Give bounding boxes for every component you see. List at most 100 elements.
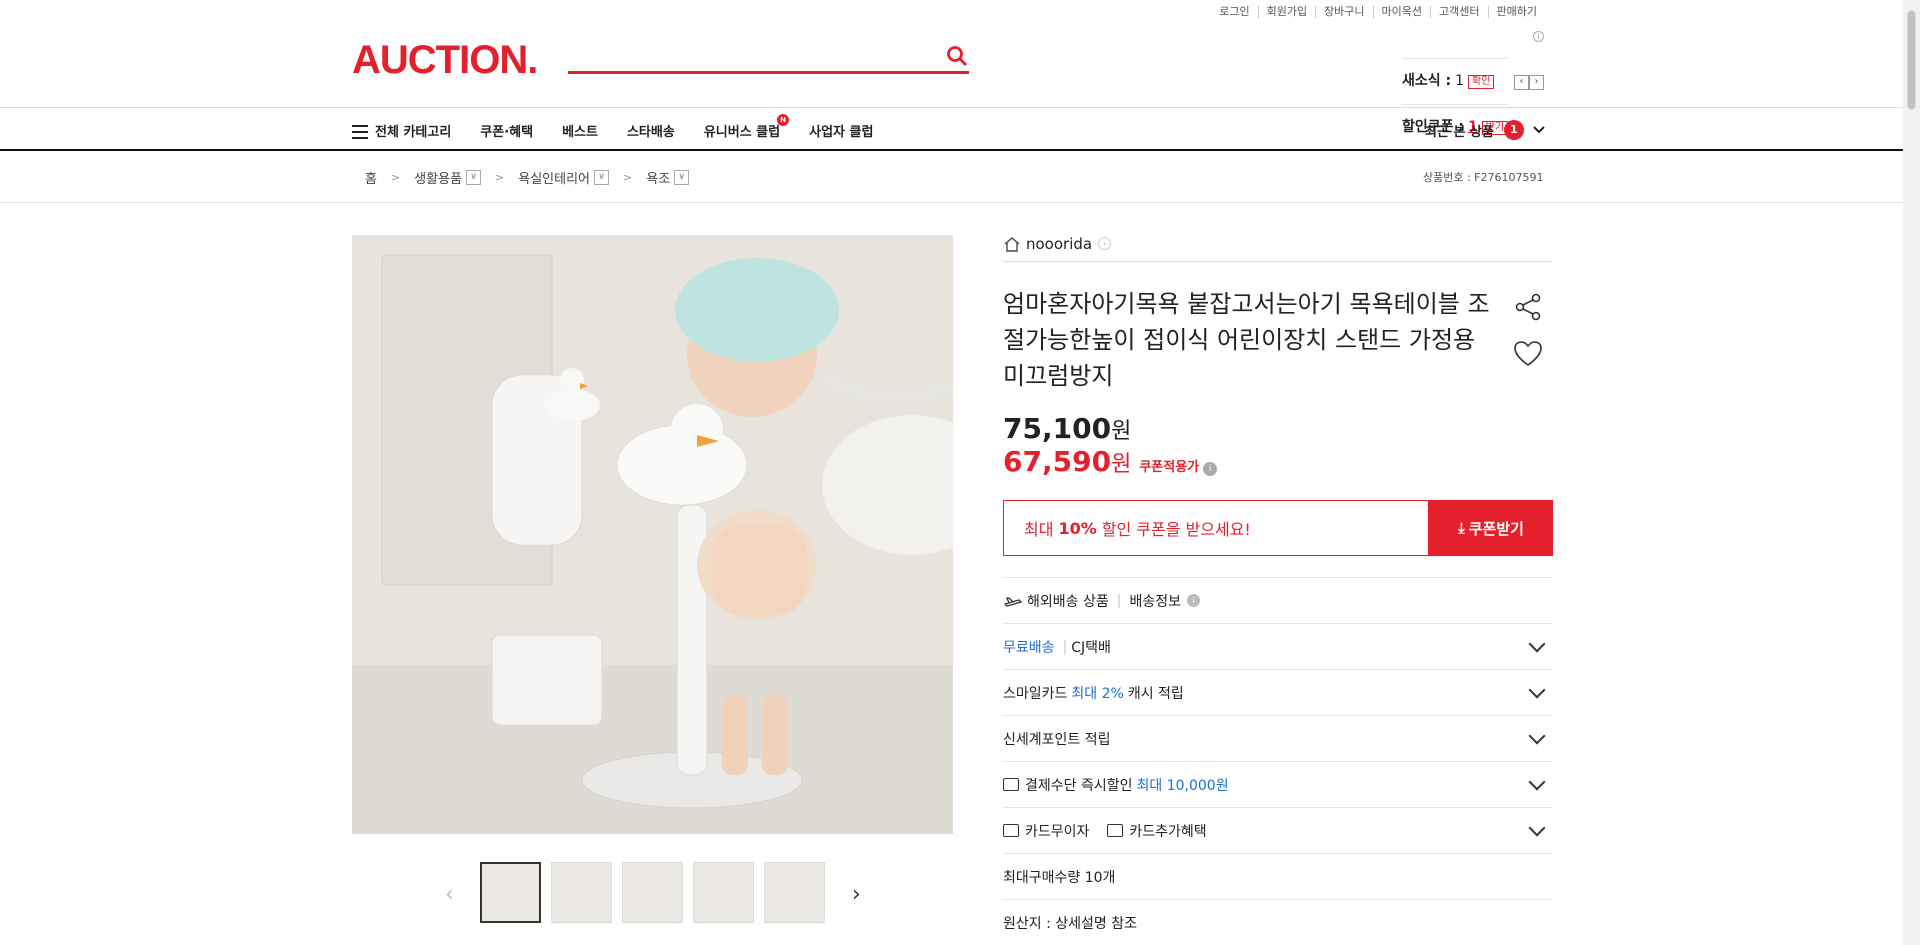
product-photo-illustration — [352, 235, 953, 834]
new-badge: N — [777, 113, 790, 126]
thumbnail[interactable] — [764, 862, 825, 923]
smile-card-row[interactable]: 스마일카드 최대 2% 캐시 적립 — [1003, 669, 1553, 715]
breadcrumb: 홈 > 생활용품 ∨ > 욕실인테리어 ∨ > 욕조 ∨ — [365, 168, 690, 187]
news-check-button[interactable]: 확인 — [1468, 74, 1495, 89]
chevron-down-icon[interactable]: ∨ — [674, 170, 690, 185]
original-price: 75,100원 — [1003, 412, 1553, 445]
product-number: 상품번호 : F276107591 — [1423, 171, 1544, 184]
news-label: 새소식 : — [1402, 73, 1452, 89]
auction-logo[interactable]: AUCTION. — [352, 38, 538, 83]
shinsegae-label: 신세계포인트 적립 — [1003, 731, 1111, 748]
benefit-rows: 해외배송 상품 | 배송정보 i 무료배송 | CJ택배 스마일카드 최대 2%… — [1003, 577, 1553, 945]
courier-label: CJ택배 — [1071, 639, 1111, 656]
signup-link[interactable]: 회원가입 — [1257, 6, 1315, 18]
breadcrumb-item[interactable]: 욕실인테리어 — [518, 168, 590, 187]
product-main-image[interactable] — [352, 235, 953, 834]
main-nav: 전체 카테고리 쿠폰·혜택 베스트 스타배송 유니버스 클럽 N 사업자 클럽 … — [0, 107, 1903, 151]
nav-coupon-benefits[interactable]: 쿠폰·혜택 — [480, 121, 533, 140]
thumb-next-icon[interactable]: › — [852, 882, 861, 907]
recent-count-badge: 1 — [1503, 120, 1524, 140]
info-icon[interactable]: i — [1186, 594, 1200, 607]
nav-best[interactable]: 베스트 — [562, 121, 598, 140]
my-auction-link[interactable]: 마이옥션 — [1372, 6, 1430, 18]
chevron-right-icon: > — [623, 171, 633, 184]
breadcrumb-home[interactable]: 홈 — [365, 168, 377, 187]
recent-products[interactable]: 최근 본 상품 1 — [1425, 108, 1546, 152]
coupon-message: 최대 10% 할인 쿠폰을 받으세요! — [1003, 500, 1429, 556]
coupon-banner: 최대 10% 할인 쿠폰을 받으세요! ⤓ 쿠폰받기 — [1003, 500, 1553, 556]
chevron-down-icon[interactable]: ∨ — [594, 170, 610, 185]
chevron-down-icon[interactable] — [1528, 727, 1546, 745]
thumbnail[interactable] — [551, 862, 612, 923]
origin-row: 원산지 : 상세설명 참조 — [1003, 899, 1553, 945]
free-shipping-row[interactable]: 무료배송 | CJ택배 — [1003, 623, 1553, 669]
search-bar[interactable] — [568, 38, 969, 74]
nav-business-club[interactable]: 사업자 클럽 — [809, 121, 873, 140]
payment-discount-amount: 최대 10,000원 — [1136, 777, 1229, 794]
info-icon[interactable]: i — [1533, 31, 1544, 42]
thumbnail[interactable] — [622, 862, 683, 923]
cart-link[interactable]: 장바구니 — [1315, 6, 1372, 18]
scrollbar-thumb[interactable] — [1907, 10, 1916, 110]
news-count: 1 — [1455, 73, 1465, 89]
coupon-msg-percent: 10% — [1058, 518, 1097, 538]
info-icon[interactable]: i — [1203, 462, 1218, 476]
coupon-msg-text: 최대 — [1024, 520, 1054, 539]
free-shipping-label: 무료배송 — [1003, 639, 1055, 656]
search-icon[interactable] — [945, 44, 969, 68]
prev-arrow-icon[interactable]: ‹ — [1514, 75, 1529, 90]
home-icon — [1004, 236, 1020, 252]
get-coupon-button[interactable]: ⤓ 쿠폰받기 — [1429, 500, 1553, 556]
sale-price-value: 67,590 — [1003, 445, 1112, 478]
thumbnail[interactable] — [480, 862, 541, 923]
shipping-info-label[interactable]: 배송정보 — [1129, 591, 1181, 611]
page-scrollbar[interactable] — [1903, 0, 1920, 945]
breadcrumb-item[interactable]: 욕조 — [646, 168, 670, 187]
breadcrumb-bar: 홈 > 생활용품 ∨ > 욕실인테리어 ∨ > 욕조 ∨ 상품번호 : F276107… — [0, 151, 1903, 203]
heart-icon[interactable] — [1513, 340, 1543, 368]
smile-card-rate: 최대 2% — [1071, 685, 1124, 702]
nav-star-delivery[interactable]: 스타배송 — [627, 121, 675, 140]
won-unit: 원 — [1111, 452, 1132, 477]
payment-discount-row[interactable]: 결제수단 즉시할인 최대 10,000원 — [1003, 761, 1553, 807]
card-extra-label: 카드추가혜택 — [1129, 823, 1207, 840]
shinsegae-point-row[interactable]: 신세계포인트 적립 — [1003, 715, 1553, 761]
card-no-interest-label: 카드무이자 — [1025, 823, 1090, 840]
chevron-down-icon[interactable] — [1528, 773, 1546, 791]
card-benefits-row[interactable]: 카드무이자 카드추가혜택 — [1003, 807, 1553, 853]
all-categories-menu[interactable]: 전체 카테고리 — [352, 121, 451, 140]
coupon-price-label: 쿠폰적용가 — [1139, 460, 1200, 475]
status-pager: ‹ › — [1514, 75, 1544, 90]
nav-universe-club[interactable]: 유니버스 클럽 N — [703, 113, 790, 140]
discount-card-icon — [1003, 778, 1019, 791]
recent-products-label: 최근 본 상품 — [1425, 124, 1494, 140]
download-icon: ⤓ — [1458, 519, 1465, 537]
breadcrumb-item[interactable]: 생활용품 — [414, 168, 462, 187]
chevron-right-icon: > — [390, 171, 401, 184]
chevron-down-icon[interactable] — [1528, 819, 1546, 837]
payment-discount-label: 결제수단 즉시할인 — [1025, 777, 1133, 794]
seller-link[interactable]: nooorida › — [1003, 232, 1553, 262]
chevron-down-icon[interactable]: ∨ — [466, 170, 482, 185]
origin-label: 원산지 : 상세설명 참조 — [1003, 915, 1137, 932]
nav-universe-club-label: 유니버스 클럽 — [703, 124, 781, 140]
customer-center-link[interactable]: 고객센터 — [1430, 6, 1487, 18]
thumbnail-strip — [480, 862, 825, 923]
get-coupon-label: 쿠폰받기 — [1468, 519, 1524, 538]
login-link[interactable]: 로그인 — [1211, 6, 1257, 18]
chevron-down-icon[interactable] — [1528, 681, 1546, 699]
all-categories-label: 전체 카테고리 — [375, 124, 452, 140]
airplane-icon — [1003, 596, 1023, 607]
sell-link[interactable]: 판매하기 — [1487, 6, 1545, 18]
share-icon[interactable] — [1513, 292, 1543, 322]
coupon-msg-text: 할인 쿠폰을 받으세요! — [1101, 520, 1251, 539]
utility-links: 로그인 회원가입 장바구니 마이옥션 고객센터 판매하기 — [1211, 6, 1545, 18]
chevron-down-icon[interactable] — [1528, 635, 1546, 653]
overseas-shipping-row: 해외배송 상품 | 배송정보 i — [1003, 577, 1553, 623]
card-benefit-icon — [1107, 824, 1124, 837]
next-arrow-icon[interactable]: › — [1529, 75, 1544, 90]
thumbnail[interactable] — [693, 862, 754, 923]
thumb-prev-icon[interactable]: ‹ — [445, 882, 454, 907]
hamburger-icon — [352, 125, 368, 139]
max-quantity-label: 최대구매수량 10개 — [1003, 869, 1116, 886]
